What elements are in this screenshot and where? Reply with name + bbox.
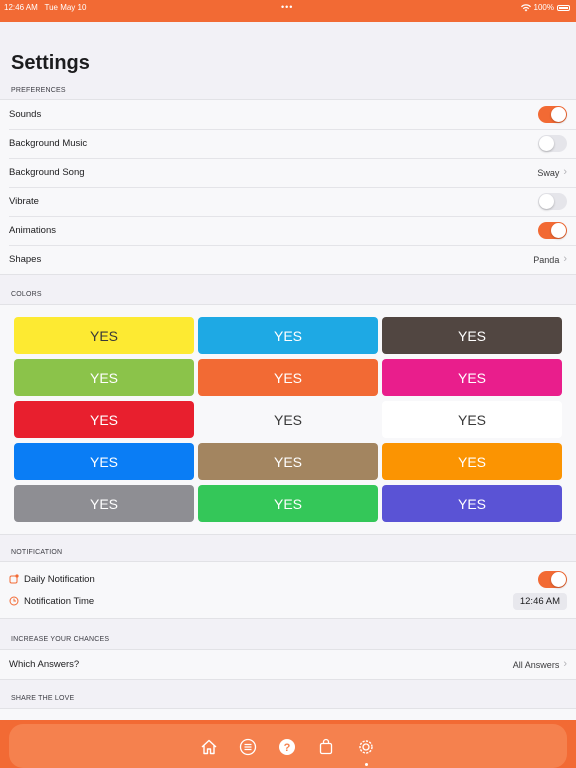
row-shapes[interactable]: Shapes Panda ›: [0, 245, 576, 274]
row-animations: Animations: [0, 216, 576, 245]
colors-group: YES YES YES YES YES YES YES YES YES YES YES YES YES Y…: [0, 304, 576, 535]
chevron-right-icon: ›: [563, 253, 567, 265]
tab-bar-pill: ?: [9, 724, 567, 768]
daily-notification-label: Daily Notification: [24, 573, 95, 585]
sounds-label: Sounds: [9, 109, 42, 120]
clock-icon: [9, 596, 19, 606]
battery-icon: [557, 4, 570, 11]
status-date: Tue May 10: [44, 3, 87, 12]
animations-toggle[interactable]: [538, 222, 567, 239]
background-music-label: Background Music: [9, 138, 88, 149]
color-swatch[interactable]: YES: [14, 401, 194, 438]
which-answers-label: Which Answers?: [9, 659, 80, 670]
page-title: Settings: [11, 52, 90, 74]
section-header-preferences: PREFERENCES: [11, 87, 66, 94]
home-icon[interactable]: [200, 738, 218, 756]
multitasking-dots[interactable]: •••: [281, 2, 293, 12]
chevron-right-icon: ›: [563, 166, 567, 178]
svg-text:?: ?: [284, 742, 291, 754]
status-right: 100%: [520, 3, 570, 12]
background-music-toggle[interactable]: [538, 135, 567, 152]
color-swatch[interactable]: YES: [198, 317, 378, 354]
color-swatch[interactable]: YES: [14, 485, 194, 522]
section-header-notification: NOTIFICATION: [11, 549, 63, 556]
battery-percent: 100%: [533, 3, 554, 12]
row-notification-time: Notification Time 12:46 AM: [0, 590, 576, 612]
color-swatch[interactable]: YES: [198, 443, 378, 480]
color-swatch[interactable]: YES: [198, 401, 378, 438]
color-swatch[interactable]: YES: [382, 485, 562, 522]
selected-tab-indicator: [365, 763, 368, 766]
section-header-chances: INCREASE YOUR CHANCES: [11, 636, 110, 643]
section-header-share: SHARE THE LOVE: [11, 695, 75, 702]
preferences-group: Sounds Background Music Background Song …: [0, 99, 576, 275]
shapes-value: Panda: [533, 254, 560, 265]
section-header-colors: COLORS: [11, 291, 42, 298]
row-which-answers[interactable]: Which Answers? All Answers ›: [0, 650, 576, 679]
color-swatch[interactable]: YES: [198, 359, 378, 396]
vibrate-label: Vibrate: [9, 196, 39, 207]
chances-group: Which Answers? All Answers ›: [0, 649, 576, 680]
background-song-value: Sway: [537, 167, 560, 178]
row-background-song[interactable]: Background Song Sway ›: [0, 158, 576, 187]
status-bar: 12:46 AM Tue May 10 ••• 100%: [0, 0, 576, 22]
notification-time-picker[interactable]: 12:46 AM: [512, 592, 567, 610]
row-background-music: Background Music: [0, 129, 576, 158]
bag-icon[interactable]: [317, 738, 335, 756]
list-icon[interactable]: [239, 738, 257, 756]
status-time: 12:46 AM Tue May 10: [4, 3, 87, 12]
notification-time-label: Notification Time: [24, 595, 95, 607]
color-swatch-grid: YES YES YES YES YES YES YES YES YES YES YES YES YES Y…: [0, 305, 576, 534]
color-swatch[interactable]: YES: [382, 317, 562, 354]
background-song-label: Background Song: [9, 167, 85, 178]
which-answers-value: All Answers: [512, 659, 560, 670]
notification-badge-icon: [9, 574, 19, 584]
row-vibrate: Vibrate: [0, 187, 576, 216]
color-swatch[interactable]: YES: [14, 317, 194, 354]
share-group: [0, 708, 576, 720]
sounds-toggle[interactable]: [538, 106, 567, 123]
animations-label: Animations: [9, 225, 56, 236]
settings-icon[interactable]: [357, 738, 375, 756]
notification-group: Daily Notification Notification Time 12:…: [0, 561, 576, 619]
shapes-label: Shapes: [9, 254, 42, 265]
help-icon[interactable]: ?: [278, 738, 296, 756]
color-swatch[interactable]: YES: [14, 443, 194, 480]
wifi-icon: [520, 3, 531, 11]
color-swatch[interactable]: YES: [382, 401, 562, 438]
color-swatch[interactable]: YES: [14, 359, 194, 396]
chevron-right-icon: ›: [563, 658, 567, 670]
vibrate-toggle[interactable]: [538, 193, 567, 210]
color-swatch[interactable]: YES: [198, 485, 378, 522]
row-daily-notification: Daily Notification: [0, 568, 576, 590]
settings-scroll-view[interactable]: Settings PREFERENCES Sounds Background M…: [0, 22, 576, 720]
daily-notification-toggle[interactable]: [538, 570, 567, 588]
tab-bar: ?: [0, 720, 576, 768]
color-swatch[interactable]: YES: [382, 443, 562, 480]
color-swatch[interactable]: YES: [382, 359, 562, 396]
row-sounds: Sounds: [0, 100, 576, 129]
